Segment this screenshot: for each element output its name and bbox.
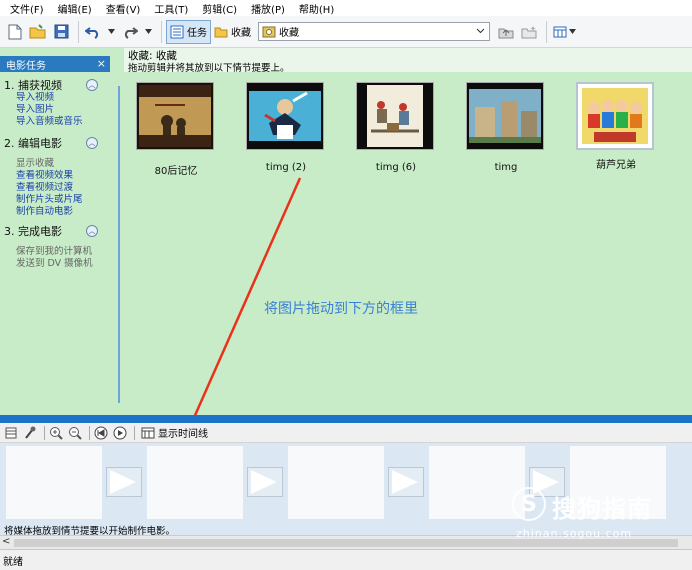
rewind-button[interactable]: [93, 425, 109, 441]
toolbar-separator: [44, 425, 45, 440]
status-bar: 就绪: [0, 549, 692, 570]
storyboard-toolbar: 显示时间线: [0, 423, 692, 443]
pane-splitter[interactable]: [0, 415, 692, 423]
transition-slot[interactable]: [106, 467, 142, 497]
zoom-in-button[interactable]: [48, 425, 64, 441]
show-timeline-button[interactable]: 显示时间线: [141, 425, 208, 440]
transition-arrow-icon: [392, 470, 418, 494]
storyboard-slot[interactable]: [429, 446, 525, 519]
show-timeline-label: 显示时间线: [158, 429, 208, 440]
storyboard-slot[interactable]: [288, 446, 384, 519]
transition-arrow-icon: [251, 470, 277, 494]
watermark-brand: 搜狗指南: [552, 495, 652, 523]
microphone-icon: [25, 426, 36, 439]
storyboard-slot[interactable]: [6, 446, 102, 519]
status-text: 就绪: [3, 556, 23, 568]
play-storyboard-button[interactable]: [112, 425, 128, 441]
zoom-in-icon: [50, 426, 63, 440]
transition-arrow-icon: [110, 470, 136, 494]
sogou-watermark: S 搜狗指南 zhinan.sogou.com: [512, 487, 692, 545]
narrate-button[interactable]: [22, 425, 38, 441]
storyboard-view-button[interactable]: [3, 425, 19, 441]
zoom-out-button[interactable]: [67, 425, 83, 441]
transition-slot[interactable]: [388, 467, 424, 497]
play-icon: [113, 426, 127, 439]
toolbar-separator: [134, 425, 135, 440]
rewind-icon: [94, 426, 108, 439]
storyboard-slot[interactable]: [147, 446, 243, 519]
toolbar-separator: [89, 425, 90, 440]
zoom-out-icon: [69, 426, 82, 440]
transition-slot[interactable]: [247, 467, 283, 497]
watermark-url: zhinan.sogou.com: [516, 527, 633, 540]
chevron-left-icon[interactable]: <: [2, 536, 10, 547]
sogou-logo-icon: S: [512, 487, 546, 521]
timeline-icon: [141, 427, 155, 438]
storyboard-icon: [5, 427, 17, 438]
